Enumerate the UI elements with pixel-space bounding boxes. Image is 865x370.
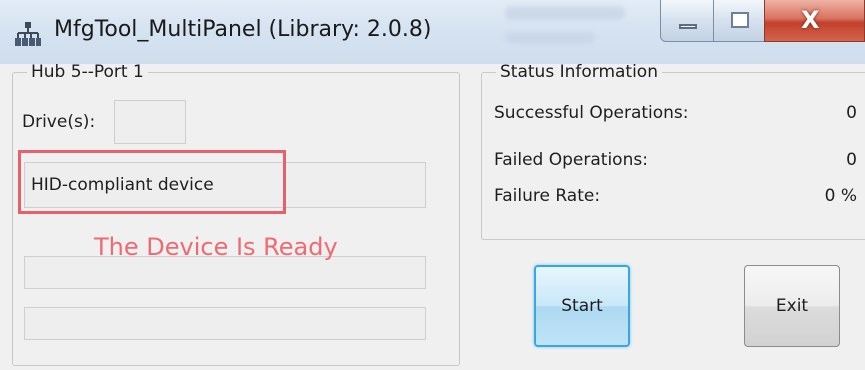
close-button[interactable]: X — [764, 0, 865, 42]
progress-bar-2 — [24, 307, 426, 340]
successful-operations-label: Successful Operations: — [494, 103, 689, 123]
window-title: MfgTool_MultiPanel (Library: 2.0.8) — [54, 17, 432, 42]
failure-rate-value: 0 % — [824, 186, 857, 206]
failed-operations-label: Failed Operations: — [494, 150, 648, 170]
minimize-icon — [679, 24, 697, 29]
hub-port-legend: Hub 5--Port 1 — [31, 62, 144, 82]
background-blur — [505, 6, 625, 20]
status-legend: Status Information — [500, 62, 658, 82]
background-blur — [505, 32, 595, 44]
close-icon: X — [801, 6, 820, 34]
device-highlight-annotation — [18, 150, 286, 214]
exit-button[interactable]: Exit — [744, 265, 840, 347]
successful-operations-value: 0 — [846, 103, 857, 123]
maximize-button[interactable] — [713, 0, 765, 42]
drive-field[interactable] — [114, 100, 186, 144]
failed-operations-value: 0 — [846, 150, 857, 170]
failure-rate-label: Failure Rate: — [494, 186, 601, 206]
drive-label: Drive(s): — [22, 112, 96, 132]
maximize-icon — [731, 12, 749, 28]
usb-hub-icon[interactable] — [14, 20, 42, 48]
start-button[interactable]: Start — [534, 265, 630, 347]
minimize-button[interactable] — [660, 0, 714, 42]
ready-message: The Device Is Ready — [94, 233, 338, 261]
